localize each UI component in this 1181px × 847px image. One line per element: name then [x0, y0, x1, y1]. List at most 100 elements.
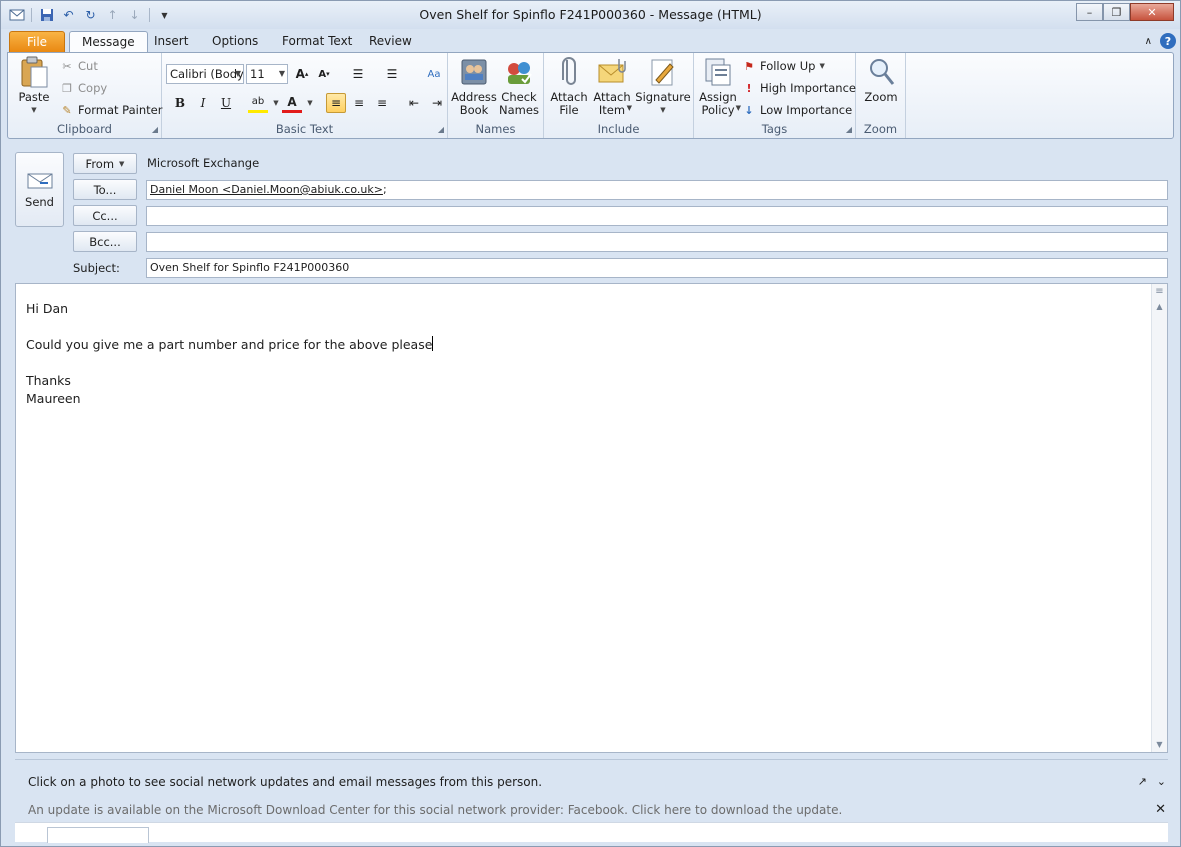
assign-policy-icon: [702, 56, 734, 88]
close-icon[interactable]: ✕: [1155, 802, 1166, 817]
dialog-launcher-icon[interactable]: ◢: [846, 125, 852, 134]
low-importance-button[interactable]: ↓ Low Importance: [742, 103, 852, 117]
window-title: Oven Shelf for Spinflo F241P000360 - Mes…: [419, 7, 762, 22]
cc-button[interactable]: Cc...: [73, 205, 137, 226]
grow-font-icon[interactable]: A ▴: [292, 64, 312, 84]
group-label-names: Names: [475, 122, 516, 136]
minimize-ribbon-icon[interactable]: ∧: [1145, 36, 1152, 47]
check-names-button[interactable]: Check Names: [498, 56, 540, 117]
attach-item-button[interactable]: Attach Item ▼: [592, 56, 632, 117]
paste-icon: [18, 56, 50, 88]
from-button[interactable]: From ▼: [73, 153, 137, 174]
chevron-down-icon: ▼: [234, 69, 241, 78]
people-pane-message: Click on a photo to see social network u…: [28, 775, 543, 789]
ribbon: Paste ▼ ✂ Cut ❐ Copy ✎ Format Painter Cl…: [7, 52, 1174, 139]
subject-field[interactable]: Oven Shelf for Spinflo F241P000360: [146, 258, 1168, 278]
copy-icon: ❐: [62, 81, 72, 95]
close-icon[interactable]: ✕: [1130, 3, 1174, 21]
decrease-indent-icon[interactable]: ⇤: [404, 93, 424, 113]
chevron-down-icon: ▼: [819, 62, 825, 70]
follow-up-button[interactable]: ⚑ Follow Up ▼: [742, 59, 825, 73]
chevron-down-icon: ▼: [626, 104, 632, 112]
tab-file[interactable]: File: [9, 31, 65, 53]
scroll-up-icon[interactable]: ▲: [1152, 299, 1167, 314]
assign-policy-button[interactable]: Assign Policy ▼: [698, 56, 741, 117]
check-names-icon: [503, 56, 535, 88]
tab-review[interactable]: Review: [357, 31, 424, 53]
attach-file-label-2: File: [559, 103, 579, 117]
bcc-field[interactable]: [146, 232, 1168, 252]
minimize-icon[interactable]: –: [1076, 3, 1103, 21]
check-names-label-2: Names: [499, 103, 539, 117]
to-button[interactable]: To...: [73, 179, 137, 200]
to-separator: ;: [382, 183, 387, 196]
numbering-icon[interactable]: ☰: [382, 64, 402, 84]
align-right-icon[interactable]: ≡: [372, 93, 392, 113]
font-size-combobox[interactable]: 11 ▼: [246, 64, 288, 84]
ruler-toggle-icon[interactable]: ≡: [1152, 284, 1167, 299]
group-clipboard: Paste ▼ ✂ Cut ❐ Copy ✎ Format Painter Cl…: [8, 53, 162, 138]
window-controls: – ❐ ✕: [1076, 3, 1174, 21]
align-left-icon[interactable]: ≡: [326, 93, 346, 113]
styles-icon[interactable]: Aa: [424, 64, 444, 84]
shrink-font-icon[interactable]: A ▾: [314, 64, 334, 84]
outlook-message-window: ↶ ↻ ↑ ↓ ▼ Oven Shelf for Spinflo F241P00…: [0, 0, 1181, 847]
attach-file-button[interactable]: Attach File: [550, 56, 588, 117]
to-field[interactable]: Daniel Moon <Daniel.Moon@abiuk.co.uk>;: [146, 180, 1168, 200]
flag-icon: ⚑: [744, 59, 754, 73]
scroll-down-icon[interactable]: ▼: [1152, 737, 1167, 752]
people-pane-divider[interactable]: [15, 759, 1168, 767]
body-line: Maureen: [26, 391, 81, 406]
tab-insert[interactable]: Insert: [142, 31, 200, 53]
highlight-icon[interactable]: ab: [248, 93, 268, 113]
bullets-icon[interactable]: ☰: [348, 64, 368, 84]
chevron-down-icon[interactable]: ▼: [300, 93, 320, 113]
group-label-zoom: Zoom: [863, 122, 898, 136]
italic-icon[interactable]: I: [193, 93, 213, 113]
bold-icon[interactable]: B: [170, 93, 190, 113]
tab-message[interactable]: Message: [69, 31, 148, 53]
group-label-clipboard: Clipboard: [57, 122, 112, 136]
body-line: [26, 354, 433, 372]
bcc-button[interactable]: Bcc...: [73, 231, 137, 252]
expand-icon[interactable]: ↗: [1138, 775, 1147, 788]
dialog-launcher-icon[interactable]: ◢: [152, 125, 158, 134]
chevron-down-icon[interactable]: ⌄: [1157, 775, 1166, 788]
help-icon[interactable]: ?: [1160, 33, 1176, 49]
underline-icon[interactable]: U: [216, 93, 236, 113]
cc-field[interactable]: [146, 206, 1168, 226]
people-pane-controls: ↗ ⌄: [1138, 775, 1166, 788]
message-body[interactable]: Hi Dan Could you give me a part number a…: [15, 283, 1168, 753]
update-notice-link[interactable]: An update is available on the Microsoft …: [28, 803, 842, 817]
tab-format-text[interactable]: Format Text: [270, 31, 364, 53]
address-book-button[interactable]: Address Book: [451, 56, 497, 117]
send-button[interactable]: Send: [15, 152, 64, 227]
tab-options[interactable]: Options: [200, 31, 270, 53]
paperclip-icon: [553, 56, 585, 88]
to-recipient[interactable]: Daniel Moon <Daniel.Moon@abiuk.co.uk>: [150, 183, 383, 196]
align-center-icon[interactable]: ≡: [349, 93, 369, 113]
paste-button[interactable]: Paste ▼: [14, 56, 54, 117]
body-line-with-cursor: Could you give me a part number and pric…: [26, 336, 434, 354]
attach-item-label-2: Item: [598, 103, 626, 117]
format-painter-button[interactable]: ✎ Format Painter: [60, 103, 162, 117]
down-arrow-icon: ↓: [744, 103, 754, 117]
ribbon-tabs: File Message Insert Options Format Text …: [1, 29, 1180, 53]
signature-button[interactable]: Signature ▼: [635, 56, 691, 117]
dialog-launcher-icon[interactable]: ◢: [438, 125, 444, 134]
message-body-text[interactable]: Hi Dan Could you give me a part number a…: [26, 300, 434, 408]
address-book-label-2: Book: [459, 103, 489, 117]
cut-button[interactable]: ✂ Cut: [60, 59, 97, 73]
send-label: Send: [25, 194, 54, 209]
high-importance-button[interactable]: ! High Importance: [742, 81, 856, 95]
zoom-button[interactable]: Zoom: [862, 56, 900, 104]
people-pane-tab[interactable]: [47, 827, 149, 843]
copy-button[interactable]: ❐ Copy: [60, 81, 107, 95]
increase-indent-icon[interactable]: ⇥: [427, 93, 447, 113]
font-name-combobox[interactable]: Calibri (Body) ▼: [166, 64, 244, 84]
vertical-scrollbar[interactable]: ≡ ▲ ▼: [1151, 284, 1167, 752]
restore-icon[interactable]: ❐: [1103, 3, 1130, 21]
paintbrush-icon: ✎: [62, 103, 72, 117]
send-envelope-icon: [27, 173, 52, 188]
font-color-icon[interactable]: A: [282, 93, 302, 113]
